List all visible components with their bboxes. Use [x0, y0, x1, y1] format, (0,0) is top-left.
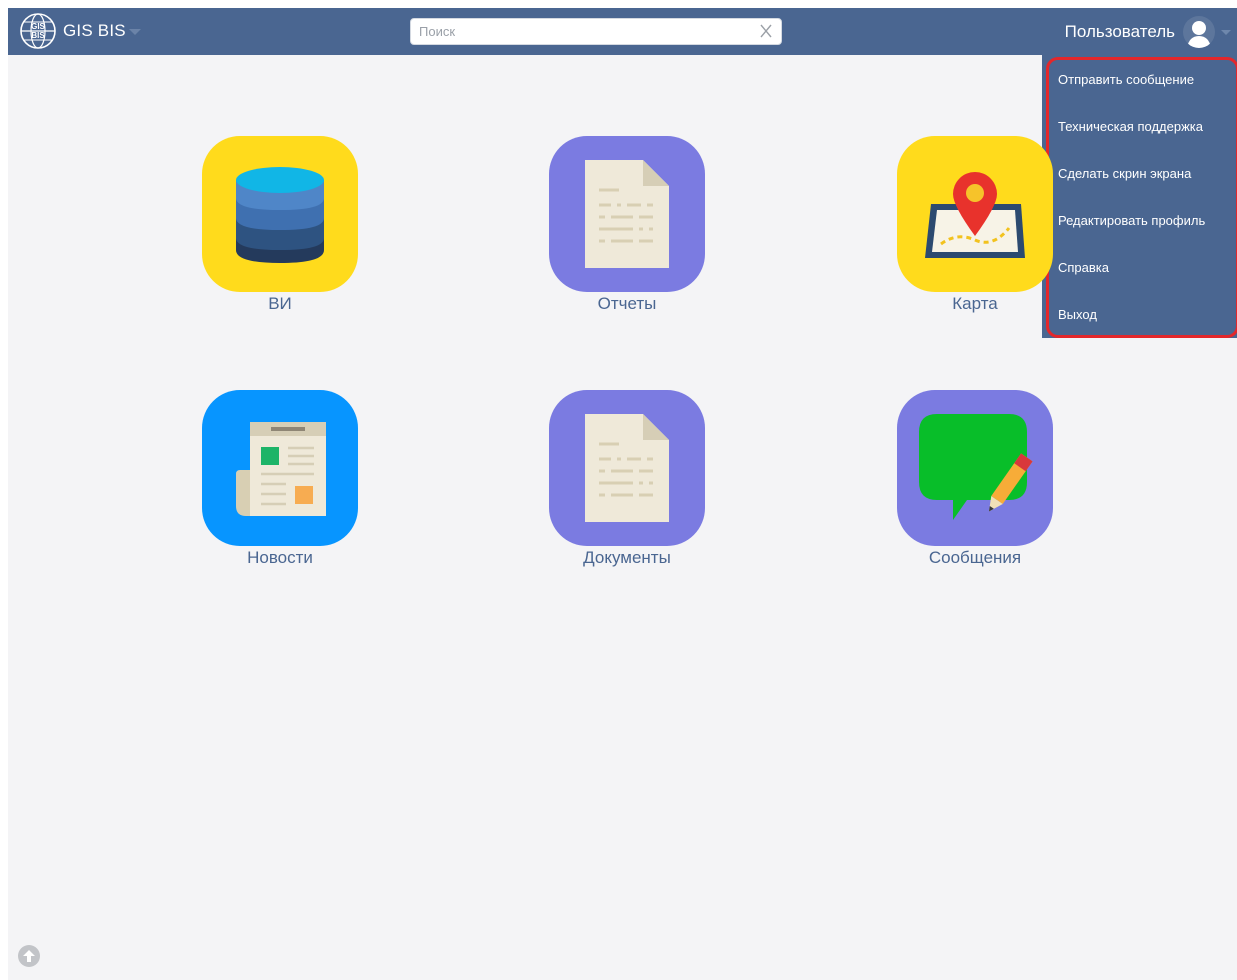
menu-item-tech-support[interactable]: Техническая поддержка — [1058, 117, 1203, 137]
database-icon — [202, 136, 358, 292]
close-icon[interactable] — [757, 22, 775, 40]
scroll-up-icon[interactable] — [18, 945, 40, 967]
chevron-down-icon — [128, 29, 141, 35]
brand-menu[interactable]: GIS BIS GIS BIS — [18, 12, 141, 50]
menu-item-screenshot[interactable]: Сделать скрин экрана — [1058, 164, 1191, 184]
page: GIS BIS GIS BIS Пользователь — [8, 8, 1237, 980]
user-menu-toggle[interactable]: Пользователь — [1065, 8, 1237, 55]
app-tile-documents[interactable]: Документы — [547, 390, 707, 568]
user-name: Пользователь — [1064, 21, 1175, 41]
menu-item-help[interactable]: Справка — [1058, 258, 1109, 278]
app-tile-label: Сообщения — [928, 548, 1022, 567]
document-icon — [549, 390, 705, 546]
brand-name: GIS BIS — [63, 21, 126, 40]
app-tile-reports[interactable]: Отчеты — [547, 136, 707, 314]
app-tile-label: Карта — [952, 294, 998, 313]
app-tile-label: Отчеты — [597, 294, 657, 313]
user-avatar-icon — [1183, 15, 1215, 48]
app-tile-map[interactable]: Карта — [895, 136, 1055, 314]
chat-bubble-icon — [897, 390, 1053, 546]
top-navbar: GIS BIS GIS BIS Пользователь — [8, 8, 1237, 55]
search-box — [410, 18, 782, 45]
chevron-down-icon — [1221, 30, 1231, 35]
app-tile-label: ВИ — [268, 294, 292, 313]
svg-text:BIS: BIS — [31, 31, 45, 40]
newspaper-icon — [202, 390, 358, 546]
app-tile-messages[interactable]: Сообщения — [895, 390, 1055, 568]
user-dropdown-menu: Отправить сообщение Техническая поддержк… — [1042, 55, 1237, 338]
globe-logo-icon: GIS BIS — [20, 13, 56, 49]
svg-text:GIS: GIS — [31, 22, 45, 31]
app-tile-label: Документы — [583, 548, 671, 567]
app-tile-vi[interactable]: ВИ — [200, 136, 360, 314]
search-input[interactable] — [419, 19, 749, 44]
menu-item-send-message[interactable]: Отправить сообщение — [1058, 70, 1194, 90]
app-tile-news[interactable]: Новости — [200, 390, 360, 568]
map-pin-icon — [897, 136, 1053, 292]
menu-item-edit-profile[interactable]: Редактировать профиль — [1058, 211, 1205, 231]
app-tile-label: Новости — [247, 548, 313, 567]
menu-item-logout[interactable]: Выход — [1058, 305, 1097, 325]
document-icon — [549, 136, 705, 292]
